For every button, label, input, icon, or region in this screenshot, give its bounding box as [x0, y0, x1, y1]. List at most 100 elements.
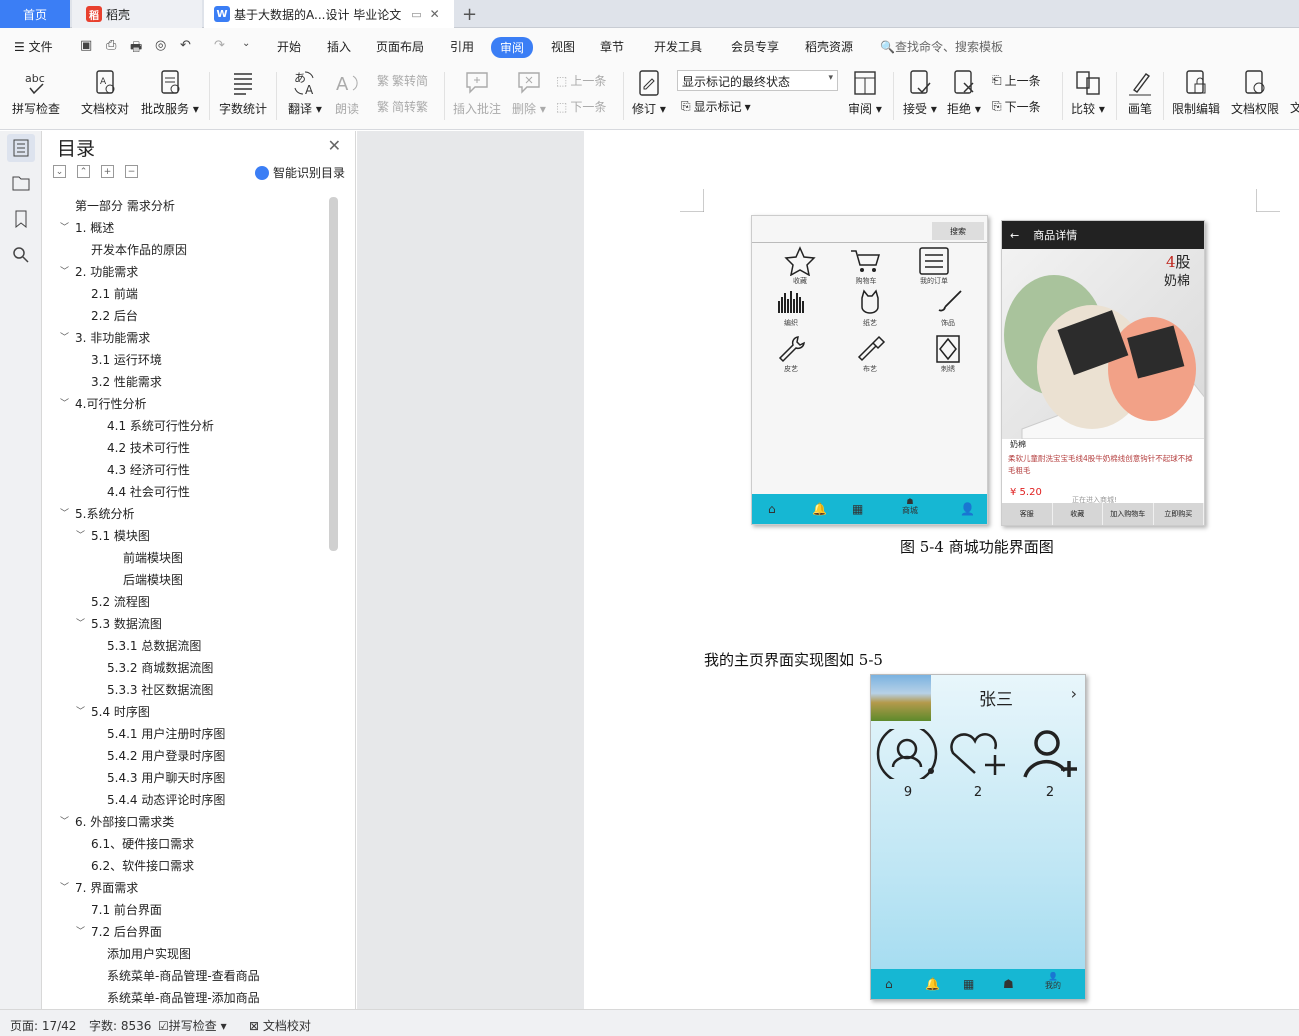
chevron-down-icon[interactable]: ﹀	[76, 921, 85, 943]
chevron-down-icon[interactable]: ﹀	[60, 261, 69, 283]
toc-scrollbar[interactable]	[329, 197, 338, 551]
toc-item[interactable]: ﹀ 7. 界面需求	[43, 877, 333, 899]
toc-item[interactable]: 4.3 经济可行性	[43, 459, 333, 481]
more-dropdown-icon[interactable]: ⌄	[242, 38, 250, 49]
word-count-indicator[interactable]: 字数: 8536	[89, 1017, 151, 1034]
reject-button[interactable]: 拒绝 ▾	[947, 68, 981, 117]
toc-item[interactable]: ﹀ 4.可行性分析	[43, 393, 333, 415]
markup-state-select[interactable]: 显示标记的最终状态 ▾	[677, 70, 838, 91]
toc-item[interactable]: 5.4.2 用户登录时序图	[43, 745, 333, 767]
delete-comment-button[interactable]: 删除 ▾	[512, 68, 546, 117]
batch-service-button[interactable]: 批改服务 ▾	[141, 68, 199, 117]
menu-insert[interactable]: 插入	[327, 38, 351, 55]
toc-item[interactable]: 5.3.1 总数据流图	[43, 635, 333, 657]
review-pane-button[interactable]: 审阅 ▾	[848, 68, 882, 117]
chevron-down-icon[interactable]: ﹀	[76, 525, 85, 547]
toc-item[interactable]: ﹀ 6. 外部接口需求类	[43, 811, 333, 833]
toc-item[interactable]: 开发本作品的原因	[43, 239, 333, 261]
tab-document[interactable]: W 基于大数据的A...设计 毕业论文 ▭ ✕	[204, 0, 454, 28]
toc-item[interactable]: 2.2 后台	[43, 305, 333, 327]
toc-item[interactable]: ﹀ 5.1 模块图	[43, 525, 333, 547]
bookmark-icon[interactable]	[7, 205, 35, 233]
toc-item[interactable]: 2.1 前端	[43, 283, 333, 305]
print-preview-icon[interactable]: ◎	[155, 38, 166, 53]
toc-item[interactable]: ﹀ 3. 非功能需求	[43, 327, 333, 349]
toc-item[interactable]: 6.1、硬件接口需求	[43, 833, 333, 855]
close-tab-icon[interactable]: ✕	[430, 7, 440, 21]
chevron-down-icon[interactable]: ﹀	[60, 503, 69, 525]
read-aloud-button[interactable]: A 朗读	[333, 68, 361, 117]
toc-panel-icon[interactable]	[7, 134, 35, 162]
more-ribbon-button[interactable]: 文	[1290, 99, 1299, 116]
word-count-button[interactable]: 字数统计	[219, 68, 267, 117]
chevron-down-icon[interactable]: ﹀	[60, 217, 69, 239]
pen-button[interactable]: 画笔	[1126, 68, 1154, 117]
accept-button[interactable]: 接受 ▾	[903, 68, 937, 117]
redo-icon[interactable]: ↷	[214, 38, 225, 53]
monitor-icon[interactable]: ▭	[411, 8, 421, 21]
show-markup-button[interactable]: ⎘ 显示标记 ▾	[681, 98, 751, 115]
restrict-editing-button[interactable]: 限制编辑	[1172, 68, 1220, 117]
tab-home[interactable]: 首页	[0, 0, 70, 28]
toc-item[interactable]: 系统菜单-商品管理-添加商品	[43, 987, 333, 1009]
menu-start[interactable]: 开始	[277, 38, 301, 55]
status-proofread[interactable]: ⊠ 文档校对	[249, 1017, 311, 1034]
expand-up-icon[interactable]: ⌃	[77, 165, 90, 178]
toc-item[interactable]: 5.3.3 社区数据流图	[43, 679, 333, 701]
status-spell-check[interactable]: ☑拼写检查 ▾	[158, 1017, 227, 1034]
toc-item[interactable]: 5.4.1 用户注册时序图	[43, 723, 333, 745]
simp-to-trad-button[interactable]: 繁简转繁	[377, 98, 428, 115]
toc-item[interactable]: 前端模块图	[43, 547, 333, 569]
next-change-button[interactable]: ⎘ 下一条	[992, 98, 1041, 115]
toc-item[interactable]: 添加用户实现图	[43, 943, 333, 965]
prev-comment-button[interactable]: ⬚ 上一条	[556, 72, 606, 89]
remove-heading-icon[interactable]: −	[125, 165, 138, 178]
page-indicator[interactable]: 页面: 17/42	[10, 1017, 76, 1034]
menu-docer-resources[interactable]: 稻壳资源	[805, 38, 853, 55]
toc-item[interactable]: 第一部分 需求分析	[43, 195, 333, 217]
toc-item[interactable]: 4.2 技术可行性	[43, 437, 333, 459]
collapse-all-icon[interactable]: ⌄	[53, 165, 66, 178]
export-pdf-icon[interactable]: ⎙	[106, 38, 116, 53]
section-panel-icon[interactable]	[7, 169, 35, 197]
toc-item[interactable]: 后端模块图	[43, 569, 333, 591]
toc-item[interactable]: 3.1 运行环境	[43, 349, 333, 371]
toc-item[interactable]: ﹀ 5.4 时序图	[43, 701, 333, 723]
trad-to-simp-button[interactable]: 繁繁转简	[377, 72, 428, 89]
toc-item[interactable]: 3.2 性能需求	[43, 371, 333, 393]
toc-item[interactable]: 5.4.4 动态评论时序图	[43, 789, 333, 811]
print-icon[interactable]: 🖶	[130, 38, 142, 60]
new-tab-button[interactable]: +	[462, 0, 482, 28]
save-icon[interactable]: ▣	[80, 38, 92, 53]
toc-item[interactable]: 4.4 社会可行性	[43, 481, 333, 503]
toc-item[interactable]: 4.1 系统可行性分析	[43, 415, 333, 437]
toc-item[interactable]: ﹀ 5.3 数据流图	[43, 613, 333, 635]
smart-toc-button[interactable]: 智能识别目录	[254, 164, 345, 181]
chevron-down-icon[interactable]: ﹀	[60, 877, 69, 899]
toc-item[interactable]: ﹀ 7.2 后台界面	[43, 921, 333, 943]
chevron-down-icon[interactable]: ﹀	[60, 811, 69, 833]
menu-chapter[interactable]: 章节	[600, 38, 624, 55]
menu-member[interactable]: 会员专享	[731, 38, 779, 55]
toc-item[interactable]: 5.4.3 用户聊天时序图	[43, 767, 333, 789]
undo-icon[interactable]: ↶	[180, 38, 191, 53]
toc-item[interactable]: 7.1 前台界面	[43, 899, 333, 921]
toc-item[interactable]: 5.3.2 商城数据流图	[43, 657, 333, 679]
track-changes-button[interactable]: 修订 ▾	[632, 68, 666, 117]
add-heading-icon[interactable]: +	[101, 165, 114, 178]
command-search[interactable]: 🔍查找命令、搜索模板	[880, 38, 1003, 55]
tab-docer[interactable]: 稻 稻壳	[72, 0, 202, 28]
chevron-down-icon[interactable]: ﹀	[76, 613, 85, 635]
toc-item[interactable]: 6.2、软件接口需求	[43, 855, 333, 877]
menu-page-layout[interactable]: 页面布局	[376, 38, 424, 55]
toc-item[interactable]: 5.2 流程图	[43, 591, 333, 613]
menu-view[interactable]: 视图	[551, 38, 575, 55]
next-comment-button[interactable]: ⬚ 下一条	[556, 98, 606, 115]
file-menu[interactable]: ☰ 文件	[14, 38, 53, 55]
spell-check-button[interactable]: abc 拼写检查	[12, 68, 60, 117]
proofread-button[interactable]: A 文档校对	[81, 68, 129, 117]
toc-item[interactable]: 系统菜单-商品管理-查看商品	[43, 965, 333, 987]
find-icon[interactable]	[7, 241, 35, 269]
chevron-down-icon[interactable]: ﹀	[60, 327, 69, 349]
toc-item[interactable]: ﹀ 2. 功能需求	[43, 261, 333, 283]
